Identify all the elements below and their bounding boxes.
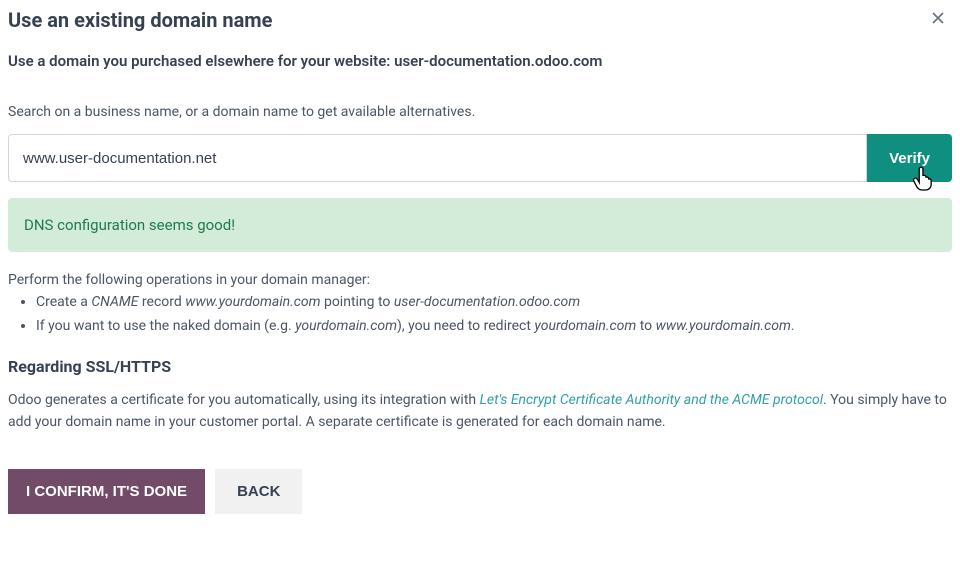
footer-buttons: I CONFIRM, IT'S DONE BACK xyxy=(8,469,952,514)
search-row: Verify xyxy=(8,134,952,182)
subtitle: Use a domain you purchased elsewhere for… xyxy=(8,52,952,70)
confirm-button[interactable]: I CONFIRM, IT'S DONE xyxy=(8,469,205,514)
back-button[interactable]: BACK xyxy=(215,469,302,514)
instructions-block: Perform the following operations in your… xyxy=(8,272,952,337)
close-icon[interactable] xyxy=(924,8,952,32)
modal-header: Use an existing domain name xyxy=(8,8,952,32)
verify-button-label: Verify xyxy=(889,150,930,167)
instruction-item-naked-domain: If you want to use the naked domain (e.g… xyxy=(36,316,952,337)
verify-button[interactable]: Verify xyxy=(867,134,952,182)
search-label: Search on a business name, or a domain n… xyxy=(8,104,952,120)
dns-success-banner: DNS configuration seems good! xyxy=(8,198,952,252)
modal-title: Use an existing domain name xyxy=(8,8,272,32)
instruction-item-cname: Create a CNAME record www.yourdomain.com… xyxy=(36,292,952,313)
ssl-heading: Regarding SSL/HTTPS xyxy=(8,357,952,376)
ssl-text: Odoo generates a certificate for you aut… xyxy=(8,390,952,433)
domain-input[interactable] xyxy=(8,134,867,182)
instructions-intro: Perform the following operations in your… xyxy=(8,272,952,288)
cursor-pointer-icon xyxy=(911,166,933,196)
lets-encrypt-link[interactable]: Let's Encrypt Certificate Authority and … xyxy=(480,392,823,408)
